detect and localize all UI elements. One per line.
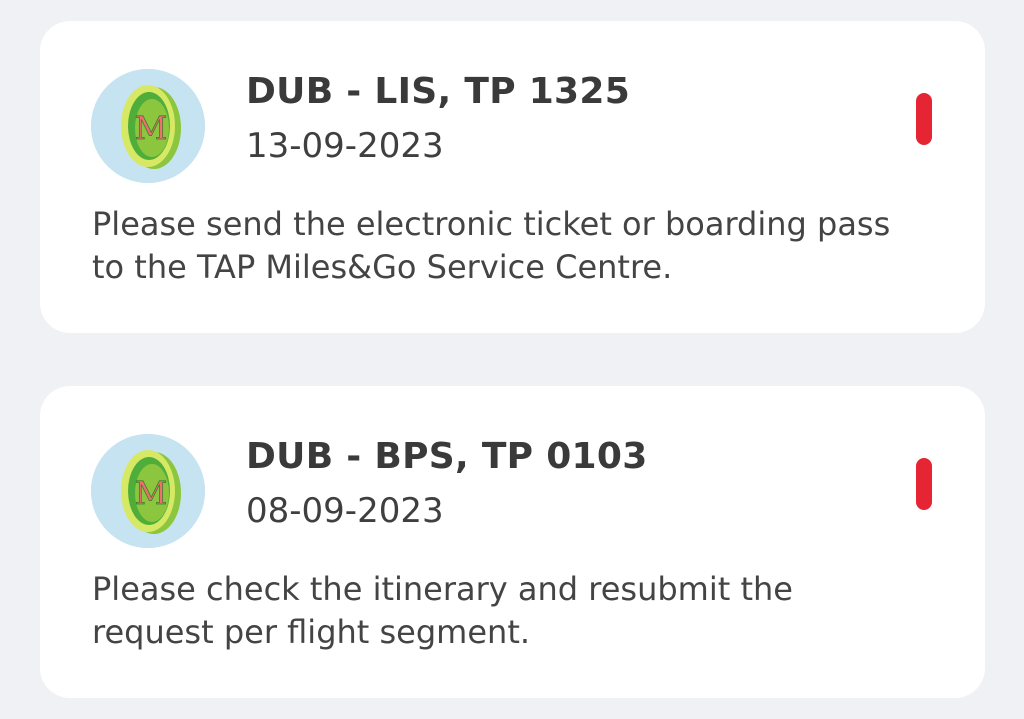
status-indicator	[916, 458, 932, 510]
svg-text:M: M	[135, 474, 168, 512]
flight-date: 13-09-2023	[246, 126, 444, 166]
status-message: Please check the itinerary and resubmit …	[92, 570, 793, 651]
request-card[interactable]: M DUB - BPS, TP 0103 08-09-2023 Please c…	[40, 386, 985, 698]
flight-title: DUB - LIS, TP 1325	[246, 71, 631, 112]
miles-coin-icon: M	[91, 69, 205, 183]
svg-text:M: M	[135, 109, 168, 147]
request-card[interactable]: M DUB - LIS, TP 1325 13-09-2023 Please s…	[40, 21, 985, 333]
status-indicator	[916, 93, 932, 145]
miles-coin-icon: M	[91, 434, 205, 548]
flight-date: 08-09-2023	[246, 491, 444, 531]
flight-title: DUB - BPS, TP 0103	[246, 436, 648, 477]
status-message: Please send the electronic ticket or boa…	[92, 205, 891, 286]
